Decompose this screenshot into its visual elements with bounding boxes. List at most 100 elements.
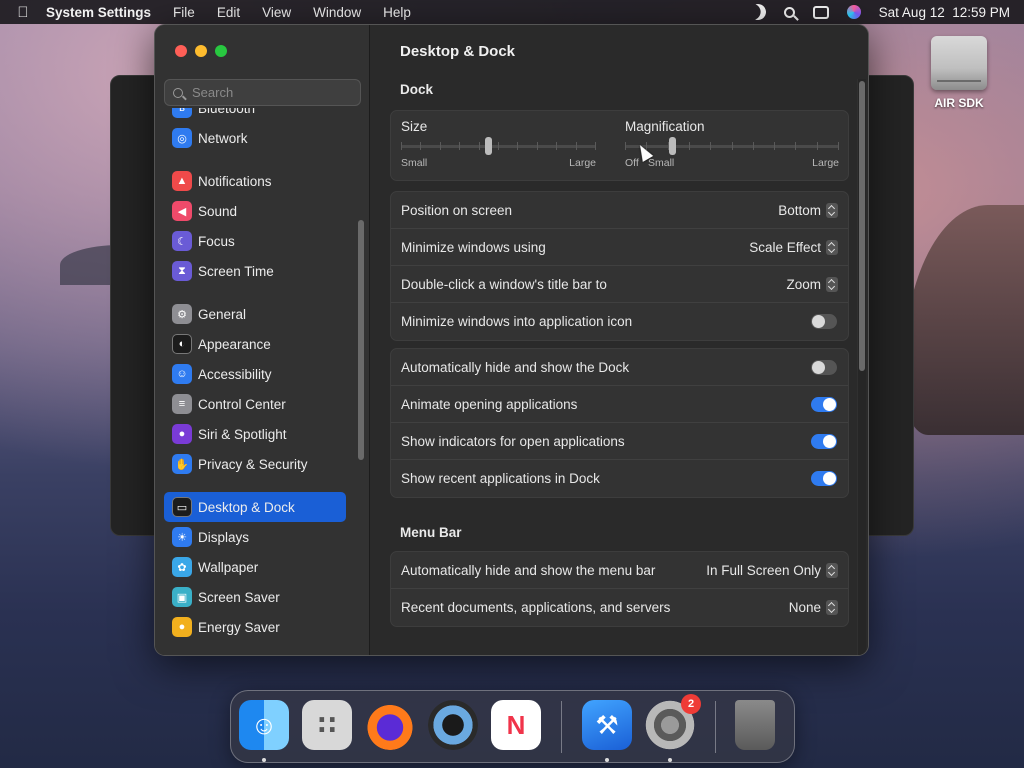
slider-tick: [710, 142, 712, 150]
magnification-slider-block: Magnification Off Small Large: [625, 119, 839, 169]
sidebar-item-privacy-security[interactable]: ✋ Privacy & Security: [164, 449, 346, 479]
sidebar-item-general[interactable]: ⚙ General: [164, 299, 346, 329]
sidebar-item-siri-spotlight[interactable]: ● Siri & Spotlight: [164, 419, 346, 449]
double-click-title-value: Zoom: [786, 276, 821, 292]
menu-help[interactable]: Help: [383, 5, 411, 20]
system-settings-window: Search ʙ Bluetooth ◎ Network ▲ Notifications ◀…: [154, 24, 869, 656]
sidebar-item-screen-saver[interactable]: ▣ Screen Saver: [164, 582, 346, 612]
dock: ☺ ∷ N ⚒ 2: [230, 690, 795, 763]
size-slider-knob[interactable]: [485, 137, 493, 155]
animate-opening-row: Animate opening applications: [391, 386, 848, 423]
sidebar-item-screen-time[interactable]: ⧗ Screen Time: [164, 256, 346, 286]
sidebar-item-control-center[interactable]: ≡ Control Center: [164, 389, 346, 419]
desktop-drive[interactable]: AIR SDK: [928, 36, 990, 110]
autohide-menubar-value: In Full Screen Only: [706, 562, 821, 578]
siri-icon[interactable]: [846, 5, 861, 19]
launchpad-icon[interactable]: ∷: [302, 700, 352, 750]
autohide-dock-toggle[interactable]: [811, 359, 837, 375]
slider-tick: [556, 142, 558, 150]
sidebar-item-bluetooth[interactable]: ʙ Bluetooth: [164, 108, 346, 123]
content-scrollbar[interactable]: [859, 81, 865, 371]
minimize-button[interactable]: [195, 45, 207, 57]
slider-tick: [816, 142, 818, 150]
gear-icon: ⚙: [172, 304, 192, 324]
slider-tick: [838, 142, 839, 150]
hand-icon: ✋: [172, 454, 192, 474]
recent-documents-popup[interactable]: None: [789, 600, 838, 615]
slider-tick: [478, 142, 480, 150]
dock-behavior-panel: Position on screen Bottom Minimize windo…: [390, 191, 849, 341]
settings-pane: Desktop & Dock Dock Size Small Large Mag…: [370, 25, 868, 655]
sidebar-item-sound[interactable]: ◀ Sound: [164, 196, 346, 226]
autohide-menubar-popup[interactable]: In Full Screen Only: [706, 562, 838, 578]
show-indicators-toggle[interactable]: [811, 433, 837, 449]
magnification-off-label: Off: [625, 157, 639, 169]
firefox-icon[interactable]: [365, 700, 415, 750]
minimize-using-value: Scale Effect: [749, 239, 821, 255]
minimize-into-icon-toggle[interactable]: [811, 314, 837, 329]
control-center-icon[interactable]: [812, 5, 829, 19]
sidebar-item-label: Network: [198, 130, 248, 146]
sidebar-item-network[interactable]: ◎ Network: [164, 123, 346, 153]
sidebar-item-accessibility[interactable]: ☺ Accessibility: [164, 359, 346, 389]
position-on-screen-value: Bottom: [778, 202, 821, 218]
running-indicator: [262, 758, 266, 762]
dock-separator: [561, 701, 562, 753]
minimize-using-popup[interactable]: Scale Effect: [749, 239, 838, 255]
drive-icon: [931, 36, 987, 90]
bell-icon: ▲: [172, 171, 192, 191]
autohide-dock-row: Automatically hide and show the Dock: [391, 349, 848, 386]
position-on-screen-popup[interactable]: Bottom: [778, 202, 838, 218]
trash-icon[interactable]: [735, 700, 775, 750]
sidebar-item-label: Sound: [198, 203, 238, 219]
wallpaper-cliff-right: [904, 205, 1024, 435]
focus-moon-icon[interactable]: [747, 2, 768, 23]
show-recent-apps-toggle[interactable]: [811, 471, 837, 486]
dock-separator: [715, 701, 716, 753]
slider-tick: [688, 142, 690, 150]
sidebar-item-desktop-dock[interactable]: ▭ Desktop & Dock: [164, 492, 346, 522]
size-max-label: Large: [569, 157, 596, 169]
apple-icon[interactable]: : [14, 4, 32, 21]
sidebar-item-label: Bluetooth: [198, 108, 256, 116]
search-icon: [173, 87, 183, 98]
menu-edit[interactable]: Edit: [217, 5, 240, 20]
news-icon[interactable]: N: [491, 700, 541, 750]
double-click-title-popup[interactable]: Zoom: [786, 276, 838, 292]
search-field[interactable]: Search: [164, 79, 361, 106]
magnification-slider-caps: Off Small Large: [625, 157, 839, 169]
sidebar-item-notifications[interactable]: ▲ Notifications: [164, 166, 346, 196]
magnification-slider[interactable]: [625, 137, 839, 155]
animate-opening-label: Animate opening applications: [401, 396, 578, 412]
sidebar-item-wallpaper[interactable]: ✿ Wallpaper: [164, 552, 346, 582]
spotlight-search-icon[interactable]: [783, 6, 795, 18]
sidebar-item-focus[interactable]: ☾ Focus: [164, 226, 346, 256]
sidebar-item-appearance[interactable]: ◐ Appearance: [164, 329, 346, 359]
magnification-slider-knob[interactable]: [668, 137, 676, 155]
bluetooth-icon: ʙ: [172, 108, 192, 118]
sidebar-scrollbar[interactable]: [358, 220, 364, 460]
sidebar-item-displays[interactable]: ☀ Displays: [164, 522, 346, 552]
xcode-icon[interactable]: ⚒: [582, 700, 632, 750]
finder-glyph: ☺: [250, 709, 278, 740]
system-settings-icon[interactable]: 2: [645, 694, 701, 750]
size-min-label: Small: [401, 157, 428, 169]
finder-icon[interactable]: ☺: [239, 700, 289, 750]
menu-app-name[interactable]: System Settings: [46, 5, 151, 20]
quicktime-icon[interactable]: [428, 700, 478, 750]
moon-icon: ☾: [172, 231, 192, 251]
menu-file[interactable]: File: [173, 5, 195, 20]
sidebar-item-energy-saver[interactable]: ● Energy Saver: [164, 612, 346, 642]
speaker-icon: ◀: [172, 201, 192, 221]
slider-tick: [731, 142, 733, 150]
menu-view[interactable]: View: [262, 5, 291, 20]
size-slider[interactable]: [401, 137, 596, 155]
zoom-button[interactable]: [215, 45, 227, 57]
screensaver-icon: ▣: [172, 587, 192, 607]
sidebar-list: ʙ Bluetooth ◎ Network ▲ Notifications ◀ Sound ☾ F…: [164, 108, 360, 655]
menu-clock[interactable]: Sat Aug 12 12:59 PM: [879, 5, 1010, 20]
animate-opening-toggle[interactable]: [811, 396, 837, 412]
running-indicator: [605, 758, 609, 762]
menu-window[interactable]: Window: [313, 5, 361, 20]
close-button[interactable]: [175, 45, 187, 57]
